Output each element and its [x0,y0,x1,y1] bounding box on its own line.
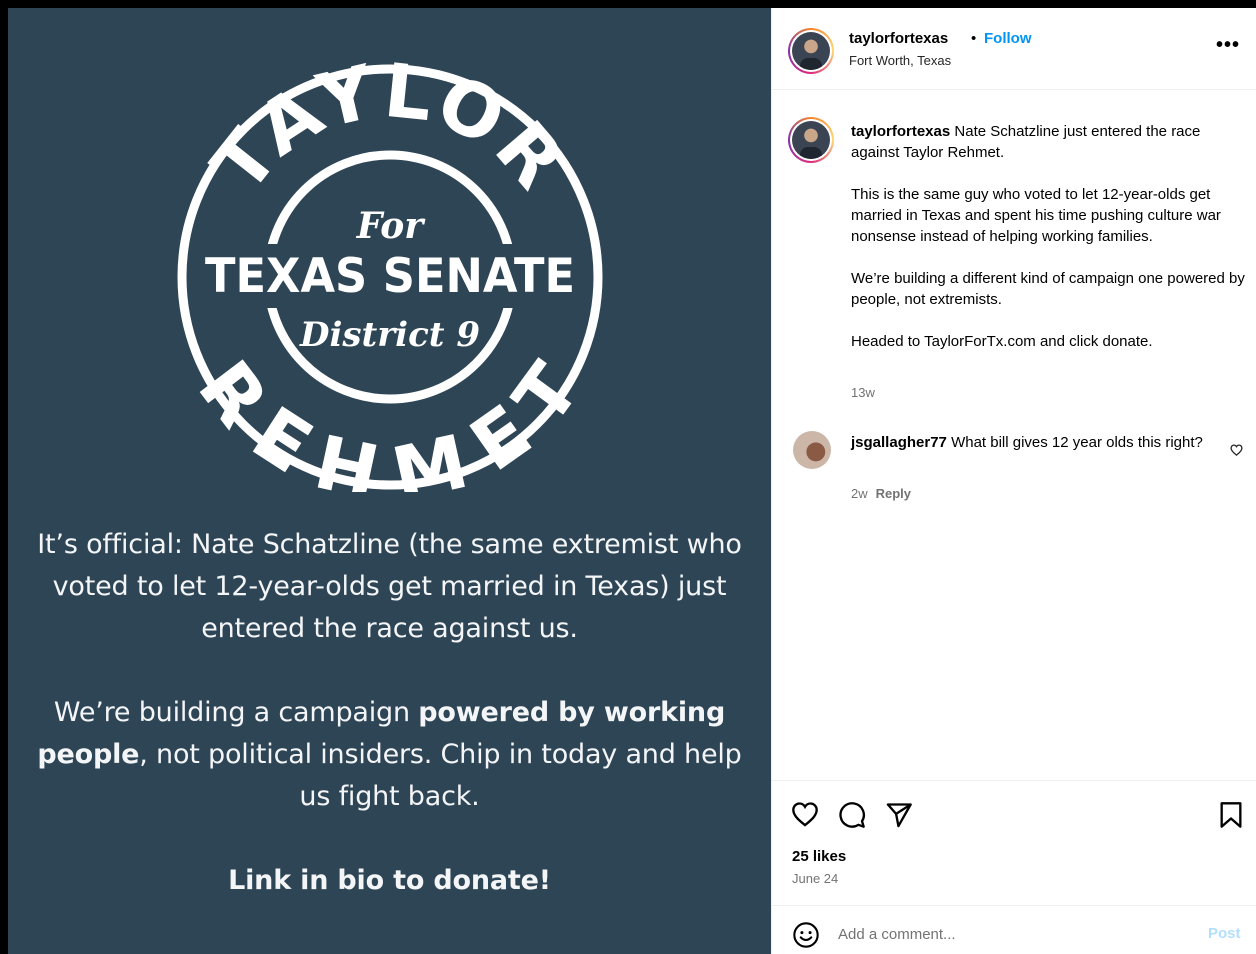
instagram-post-view: TAYLOR REHMET For TEXAS SENATE District … [0,0,1256,954]
likes-count[interactable]: 25 likes [792,848,846,865]
post-comment-button[interactable]: Post [1208,925,1241,942]
badge-district-text: District 9 [299,315,480,355]
post-image[interactable]: TAYLOR REHMET For TEXAS SENATE District … [8,8,771,954]
comment-like-heart-icon[interactable] [1230,444,1243,456]
like-heart-icon[interactable] [791,801,819,827]
image-text-campaign-pre: We’re building a campaign [53,697,419,728]
image-text-campaign-post: , not political insiders. Chip in today … [139,739,742,812]
post-side-panel: taylorfortexas • Follow Fort Worth, Texa… [771,8,1256,954]
more-horizontal-icon[interactable]: ••• [1216,34,1240,57]
post-actions-bar [772,780,1256,902]
caption-paragraph-2: This is the same guy who voted to let 12… [851,186,1221,245]
image-text-announcement: It’s official: Nate Schatzline (the same… [37,529,742,644]
header-location[interactable]: Fort Worth, Texas [849,53,951,68]
comment-input[interactable] [838,922,1198,946]
comment-timestamp[interactable]: 2w [851,486,868,501]
emoji-icon[interactable] [792,921,820,949]
header-username[interactable]: taylorfortexas [849,30,948,47]
caption-username[interactable]: taylorfortexas [851,123,950,140]
badge-main-text: TEXAS SENATE [205,249,575,304]
comment-username[interactable]: jsgallagher77 [851,434,947,451]
header-separator: • [971,30,977,47]
image-text-campaign: We’re building a campaign powered by wor… [28,692,751,818]
badge-for-text: For [356,205,427,247]
caption-timestamp[interactable]: 13w [851,385,875,400]
comment-text: What bill gives 12 year olds this right? [951,434,1203,451]
comment-bubble-icon[interactable] [838,801,866,829]
image-text-donate: Link in bio to donate! [228,865,551,896]
post-date[interactable]: June 24 [792,871,838,886]
profile-avatar[interactable] [788,28,834,74]
share-send-icon[interactable] [885,801,913,829]
add-comment-bar: Post [772,905,1256,954]
caption-avatar[interactable] [788,117,834,163]
badge-top-arc: TAYLOR [196,62,579,208]
comment-meta: 2w Reply [851,486,911,501]
save-bookmark-icon[interactable] [1218,801,1244,829]
follow-button[interactable]: Follow [984,30,1032,47]
post-header: taylorfortexas • Follow Fort Worth, Texa… [772,8,1256,90]
caption-paragraph-4: Headed to TaylorForTx.com and click dona… [851,333,1153,350]
comment-item: jsgallagher77 What bill gives 12 year ol… [851,432,1211,453]
post-caption: taylorfortexas Nate Schatzline just ente… [851,121,1246,373]
reply-button[interactable]: Reply [876,486,911,501]
campaign-logo-badge: TAYLOR REHMET For TEXAS SENATE District … [177,62,603,492]
commenter-avatar[interactable] [793,431,831,469]
svg-text:TAYLOR: TAYLOR [196,62,583,208]
caption-paragraph-3: We’re building a different kind of campa… [851,270,1245,308]
